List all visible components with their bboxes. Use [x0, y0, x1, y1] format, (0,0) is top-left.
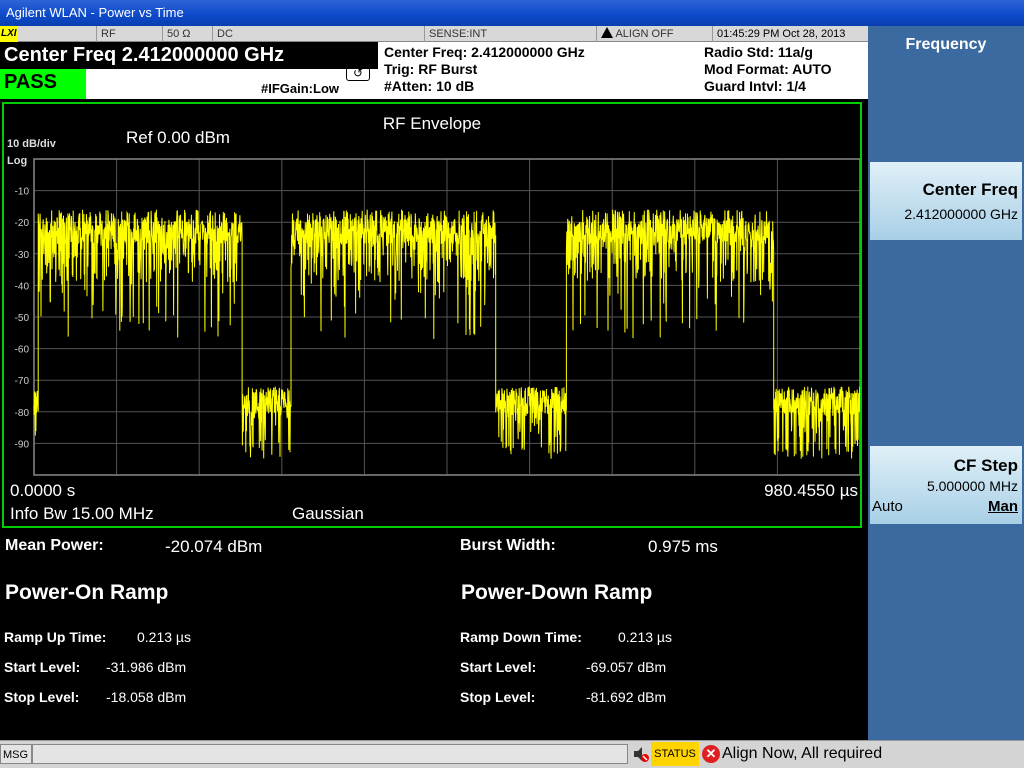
y-tick-label: -20	[15, 218, 30, 229]
y-tick-label: -60	[15, 345, 30, 356]
cf-step-man-option[interactable]: Man	[988, 498, 1018, 515]
trigger-setting: Trig: RF Burst	[384, 61, 478, 77]
cf-step-softkey[interactable]: CF Step 5.000000 MHz Auto Man	[870, 446, 1022, 524]
filter-label: Gaussian	[292, 504, 364, 523]
down-stop-level-label: Stop Level:	[460, 689, 536, 705]
power-on-title: Power-On Ramp	[5, 581, 169, 604]
x-start-label: 0.0000 s	[10, 481, 76, 500]
coupling-indicator: DC	[212, 26, 302, 42]
datetime: 01:45:29 PM Oct 28, 2013	[712, 26, 868, 42]
center-freq-display: Center Freq 2.412000000 GHz	[0, 42, 378, 69]
rf-indicator: RF	[96, 26, 162, 42]
center-freq-softkey-value: 2.412000000 GHz	[904, 206, 1018, 222]
if-gain-label: #IFGain:Low	[261, 81, 339, 96]
mute-icon[interactable]	[632, 745, 650, 763]
mean-power-label: Mean Power:	[5, 537, 104, 554]
align-status: ALIGN OFF	[615, 28, 674, 40]
ramp-down-label: Ramp Down Time:	[460, 629, 582, 645]
status-button[interactable]: STATUS	[651, 742, 699, 766]
ramp-down-value: 0.213 µs	[618, 629, 672, 645]
impedance-indicator: 50 Ω	[162, 26, 212, 42]
cf-step-softkey-value: 5.000000 MHz	[926, 478, 1018, 494]
ramp-up-label: Ramp Up Time:	[4, 629, 107, 645]
on-start-level-value: -31.986 dBm	[106, 659, 187, 675]
status-message: Align Now, All required	[722, 745, 883, 762]
y-tick-label: -70	[15, 376, 30, 387]
message-bar: MSG STATUS ✕ Align Now, All required	[0, 740, 1024, 768]
y-tick-label: -10	[15, 187, 30, 198]
radio-std-setting: Radio Std: 11a/g	[704, 44, 813, 60]
status-bar: LXI RF 50 Ω DC SENSE:INT ALIGN OFF 01:45…	[0, 26, 868, 42]
rf-envelope-plot[interactable]: RF Envelope 10 dB/div Log Ref 0.00 dBm -…	[2, 102, 862, 528]
align-indicator: ALIGN OFF	[596, 26, 706, 42]
x-stop-label: 980.4550 µs	[764, 481, 858, 500]
y-tick-label: -80	[15, 408, 30, 419]
softkey-menu-title: Frequency	[905, 36, 987, 53]
center-freq-softkey[interactable]: Center Freq 2.412000000 GHz	[870, 162, 1022, 240]
trace-area[interactable]: -10 -20 -30 -40 -50 -60 -70 -80 -90	[4, 104, 860, 526]
down-start-level-value: -69.057 dBm	[586, 659, 667, 675]
down-start-level-label: Start Level:	[460, 659, 537, 675]
msg-area	[32, 744, 628, 764]
on-stop-level-value: -18.058 dBm	[106, 689, 187, 705]
msg-label: MSG	[0, 744, 32, 764]
center-freq-setting: Center Freq: 2.412000000 GHz	[384, 44, 585, 60]
burst-width-value: 0.975 ms	[648, 537, 718, 556]
warning-icon	[601, 27, 613, 38]
burst-width-label: Burst Width:	[460, 537, 556, 554]
atten-setting: #Atten: 10 dB	[384, 78, 475, 94]
guard-intvl-setting: Guard Intvl: 1/4	[704, 78, 806, 94]
mean-power-value: -20.074 dBm	[165, 537, 263, 556]
center-freq-softkey-label: Center Freq	[922, 180, 1018, 199]
lxi-indicator: LXI	[0, 26, 18, 42]
mod-format-setting: Mod Format: AUTO	[704, 61, 832, 77]
return-icon[interactable]: ↺	[346, 67, 370, 81]
cf-step-softkey-label: CF Step	[953, 456, 1018, 475]
sense-indicator: SENSE:INT	[424, 26, 494, 42]
radio-settings: Radio Std: 11a/g Mod Format: AUTO Guard …	[696, 42, 868, 99]
results-panel: Mean Power: -20.074 dBm Burst Width: 0.9…	[2, 533, 862, 739]
y-tick-label: -30	[15, 250, 30, 261]
window-title: Agilent WLAN - Power vs Time	[6, 5, 184, 20]
on-start-level-label: Start Level:	[4, 659, 81, 675]
power-down-title: Power-Down Ramp	[461, 581, 653, 604]
info-bw-label: Info Bw 15.00 MHz	[10, 504, 154, 523]
if-gain-panel: ↺ #IFGain:Low	[86, 67, 378, 99]
y-tick-label: -90	[15, 439, 30, 450]
window-titlebar: Agilent WLAN - Power vs Time	[0, 0, 1024, 26]
on-stop-level-label: Stop Level:	[4, 689, 80, 705]
down-stop-level-value: -81.692 dBm	[586, 689, 667, 705]
y-tick-label: -50	[15, 313, 30, 324]
measurement-settings: Center Freq: 2.412000000 GHz Trig: RF Bu…	[378, 42, 696, 99]
error-icon: ✕	[702, 745, 720, 763]
pass-badge: PASS	[0, 69, 86, 99]
softkey-panel: Frequency Center Freq 2.412000000 GHz CF…	[868, 26, 1024, 740]
ramp-up-value: 0.213 µs	[137, 629, 191, 645]
cf-step-auto-option[interactable]: Auto	[872, 498, 903, 515]
y-tick-label: -40	[15, 281, 30, 292]
